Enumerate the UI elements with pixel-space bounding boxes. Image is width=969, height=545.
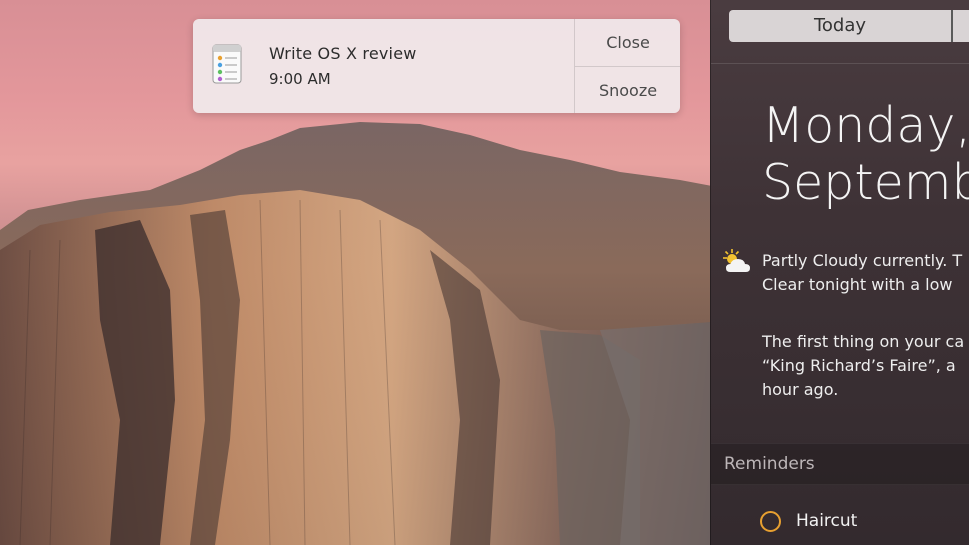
close-button[interactable]: Close [575, 19, 680, 67]
calendar-line-3: hour ago. [762, 380, 839, 399]
banner-title: Write OS X review [269, 44, 417, 63]
banner-time: 9:00 AM [269, 70, 331, 88]
snooze-button[interactable]: Snooze [575, 67, 680, 113]
tab-today[interactable]: Today [729, 10, 951, 42]
date-month: Septembe [762, 154, 969, 211]
calendar-line-2: “King Richard’s Faire”, a [762, 356, 956, 375]
banner-actions: Close Snooze [574, 19, 680, 113]
notification-center-panel: Today Monday, Septembe Partly Cloudy cur… [710, 0, 969, 545]
reminder-checkbox[interactable] [760, 511, 781, 532]
segment-divider [951, 10, 953, 42]
weather-line-1: Partly Cloudy currently. T [762, 251, 963, 270]
calendar-line-1: The first thing on your ca [762, 332, 965, 351]
reminders-section-header: Reminders [711, 443, 969, 485]
weather-line-2: Clear tonight with a low [762, 275, 953, 294]
header-divider [711, 63, 969, 64]
view-segmented-control: Today [729, 10, 969, 42]
screen: Write OS X review 9:00 AM Close Snooze T… [0, 0, 969, 545]
partly-cloudy-icon [720, 248, 754, 276]
notification-banner[interactable]: Write OS X review 9:00 AM Close Snooze [193, 19, 680, 113]
reminder-item-label: Haircut [796, 511, 858, 531]
reminders-section-label: Reminders [724, 454, 815, 474]
date-day: Monday, [762, 97, 969, 154]
reminders-app-icon [211, 41, 243, 85]
